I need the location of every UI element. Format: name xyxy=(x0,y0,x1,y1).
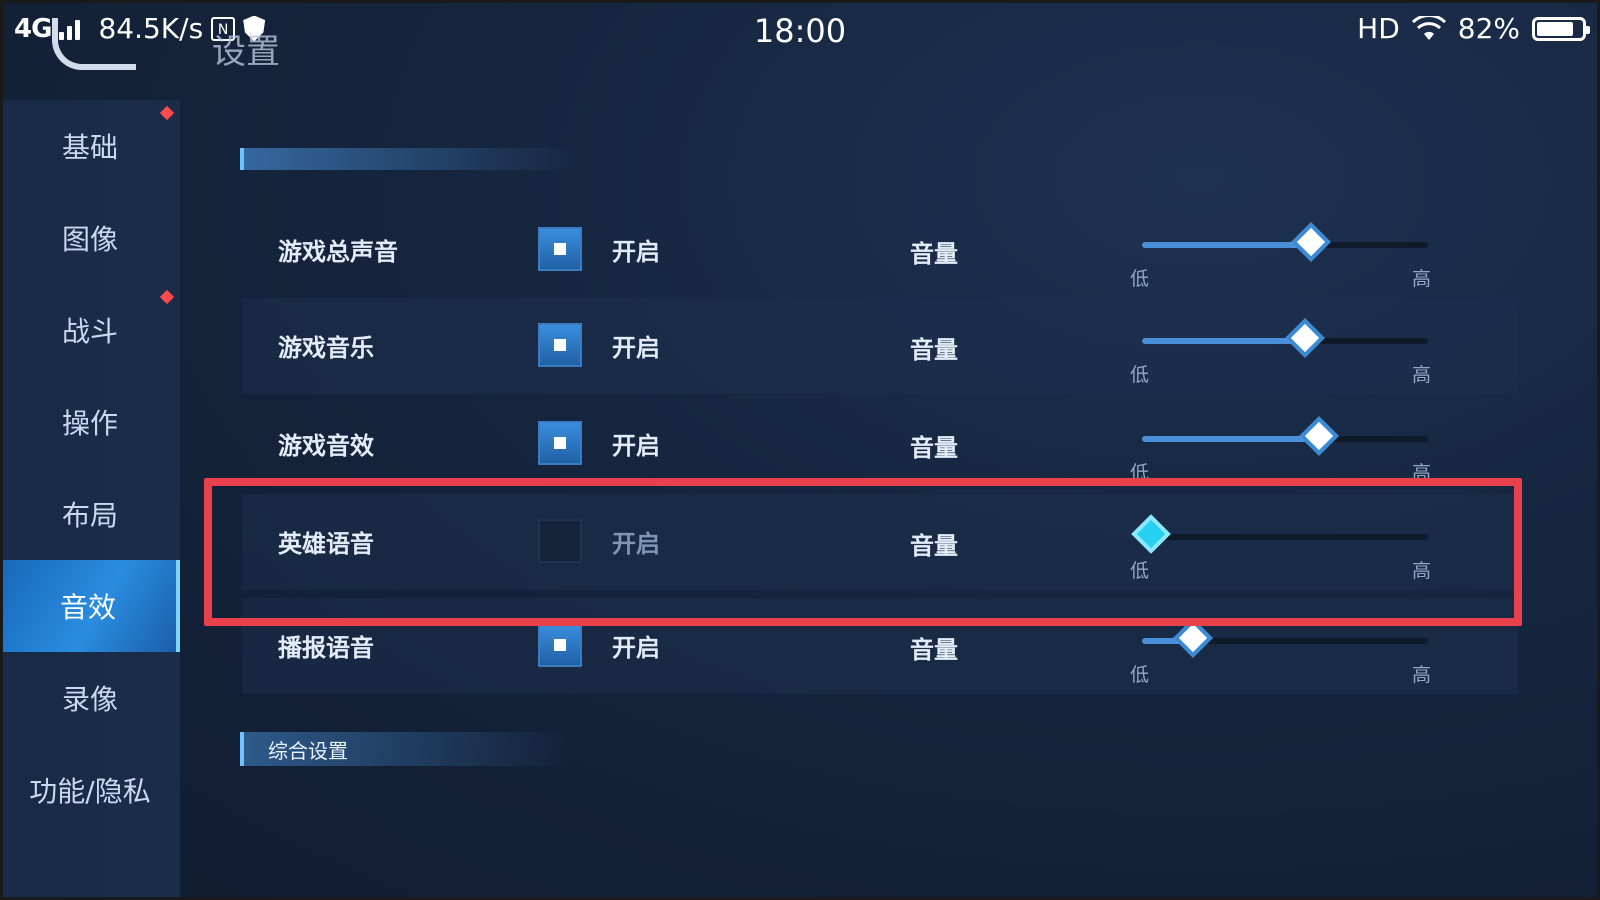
low-label: 低 xyxy=(1130,664,1150,686)
setting-name: 游戏音乐 xyxy=(278,334,374,362)
high-label: 高 xyxy=(1412,664,1432,686)
low-label: 低 xyxy=(1130,268,1150,290)
sidebar-item-label: 音效 xyxy=(59,591,116,624)
setting-row: 游戏音乐 开启 音量 低 高 xyxy=(242,298,1518,394)
slider-fill xyxy=(1142,338,1306,344)
page-title: 设置 xyxy=(212,32,280,72)
slider-handle[interactable] xyxy=(1290,222,1331,262)
slider-handle[interactable] xyxy=(1299,416,1340,456)
highlight-box xyxy=(204,478,1522,626)
slider-fill xyxy=(1142,436,1320,442)
sidebar-item-privacy[interactable]: 功能/隐私 xyxy=(0,744,180,836)
sidebar-item-replay[interactable]: 录像 xyxy=(0,652,180,744)
sidebar-item-label: 操作 xyxy=(61,407,118,440)
enable-label: 开启 xyxy=(612,634,660,662)
sidebar-item-label: 录像 xyxy=(61,683,118,716)
enable-checkbox[interactable] xyxy=(538,421,582,465)
sidebar-item-label: 功能/隐私 xyxy=(29,775,151,808)
enable-label: 开启 xyxy=(612,432,660,460)
setting-name: 游戏音效 xyxy=(278,432,374,460)
sidebar-item-label: 基础 xyxy=(61,131,118,164)
low-label: 低 xyxy=(1130,364,1150,386)
volume-label: 音量 xyxy=(910,240,958,268)
volume-label: 音量 xyxy=(910,336,958,364)
section-header-general: 综合设置 xyxy=(240,732,570,766)
sidebar-item-label: 战斗 xyxy=(61,315,118,348)
volume-label: 音量 xyxy=(910,434,958,462)
wifi-icon xyxy=(1411,13,1446,42)
enable-checkbox[interactable] xyxy=(538,227,582,271)
section-header-game-volume xyxy=(240,148,574,170)
sidebar: 基础 图像 战斗 操作 布局 音效 录像 功能/隐私 xyxy=(0,100,180,900)
volume-slider[interactable] xyxy=(1142,618,1428,658)
sidebar-item-label: 布局 xyxy=(61,499,118,532)
volume-slider[interactable] xyxy=(1142,416,1428,456)
enable-checkbox[interactable] xyxy=(538,623,582,667)
enable-checkbox[interactable] xyxy=(538,323,582,367)
sidebar-item-layout[interactable]: 布局 xyxy=(0,468,180,560)
setting-name: 播报语音 xyxy=(278,634,374,662)
slider-fill xyxy=(1142,242,1311,248)
section-title: 综合设置 xyxy=(268,738,348,763)
sidebar-item-label: 图像 xyxy=(61,223,118,256)
back-button[interactable] xyxy=(52,18,136,70)
enable-label: 开启 xyxy=(612,238,660,266)
battery-percent: 82% xyxy=(1457,12,1520,45)
sidebar-item-graphics[interactable]: 图像 xyxy=(0,192,180,284)
volume-slider[interactable] xyxy=(1142,318,1428,358)
battery-icon xyxy=(1532,16,1590,41)
sidebar-item-controls[interactable]: 操作 xyxy=(0,376,180,468)
sidebar-item-sound[interactable]: 音效 xyxy=(0,560,180,652)
hd-indicator: HD xyxy=(1357,12,1400,45)
volume-label: 音量 xyxy=(910,636,958,664)
high-label: 高 xyxy=(1412,268,1432,290)
setting-row: 游戏总声音 开启 音量 低 高 xyxy=(242,202,1518,298)
sidebar-item-combat[interactable]: 战斗 xyxy=(0,284,180,376)
slider-handle[interactable] xyxy=(1285,318,1325,358)
setting-name: 游戏总声音 xyxy=(278,238,398,266)
enable-label: 开启 xyxy=(612,334,660,362)
sidebar-item-basic[interactable]: 基础 xyxy=(0,100,180,192)
volume-slider[interactable] xyxy=(1142,222,1428,262)
high-label: 高 xyxy=(1412,364,1432,386)
status-right: HD 82% xyxy=(1357,12,1590,45)
